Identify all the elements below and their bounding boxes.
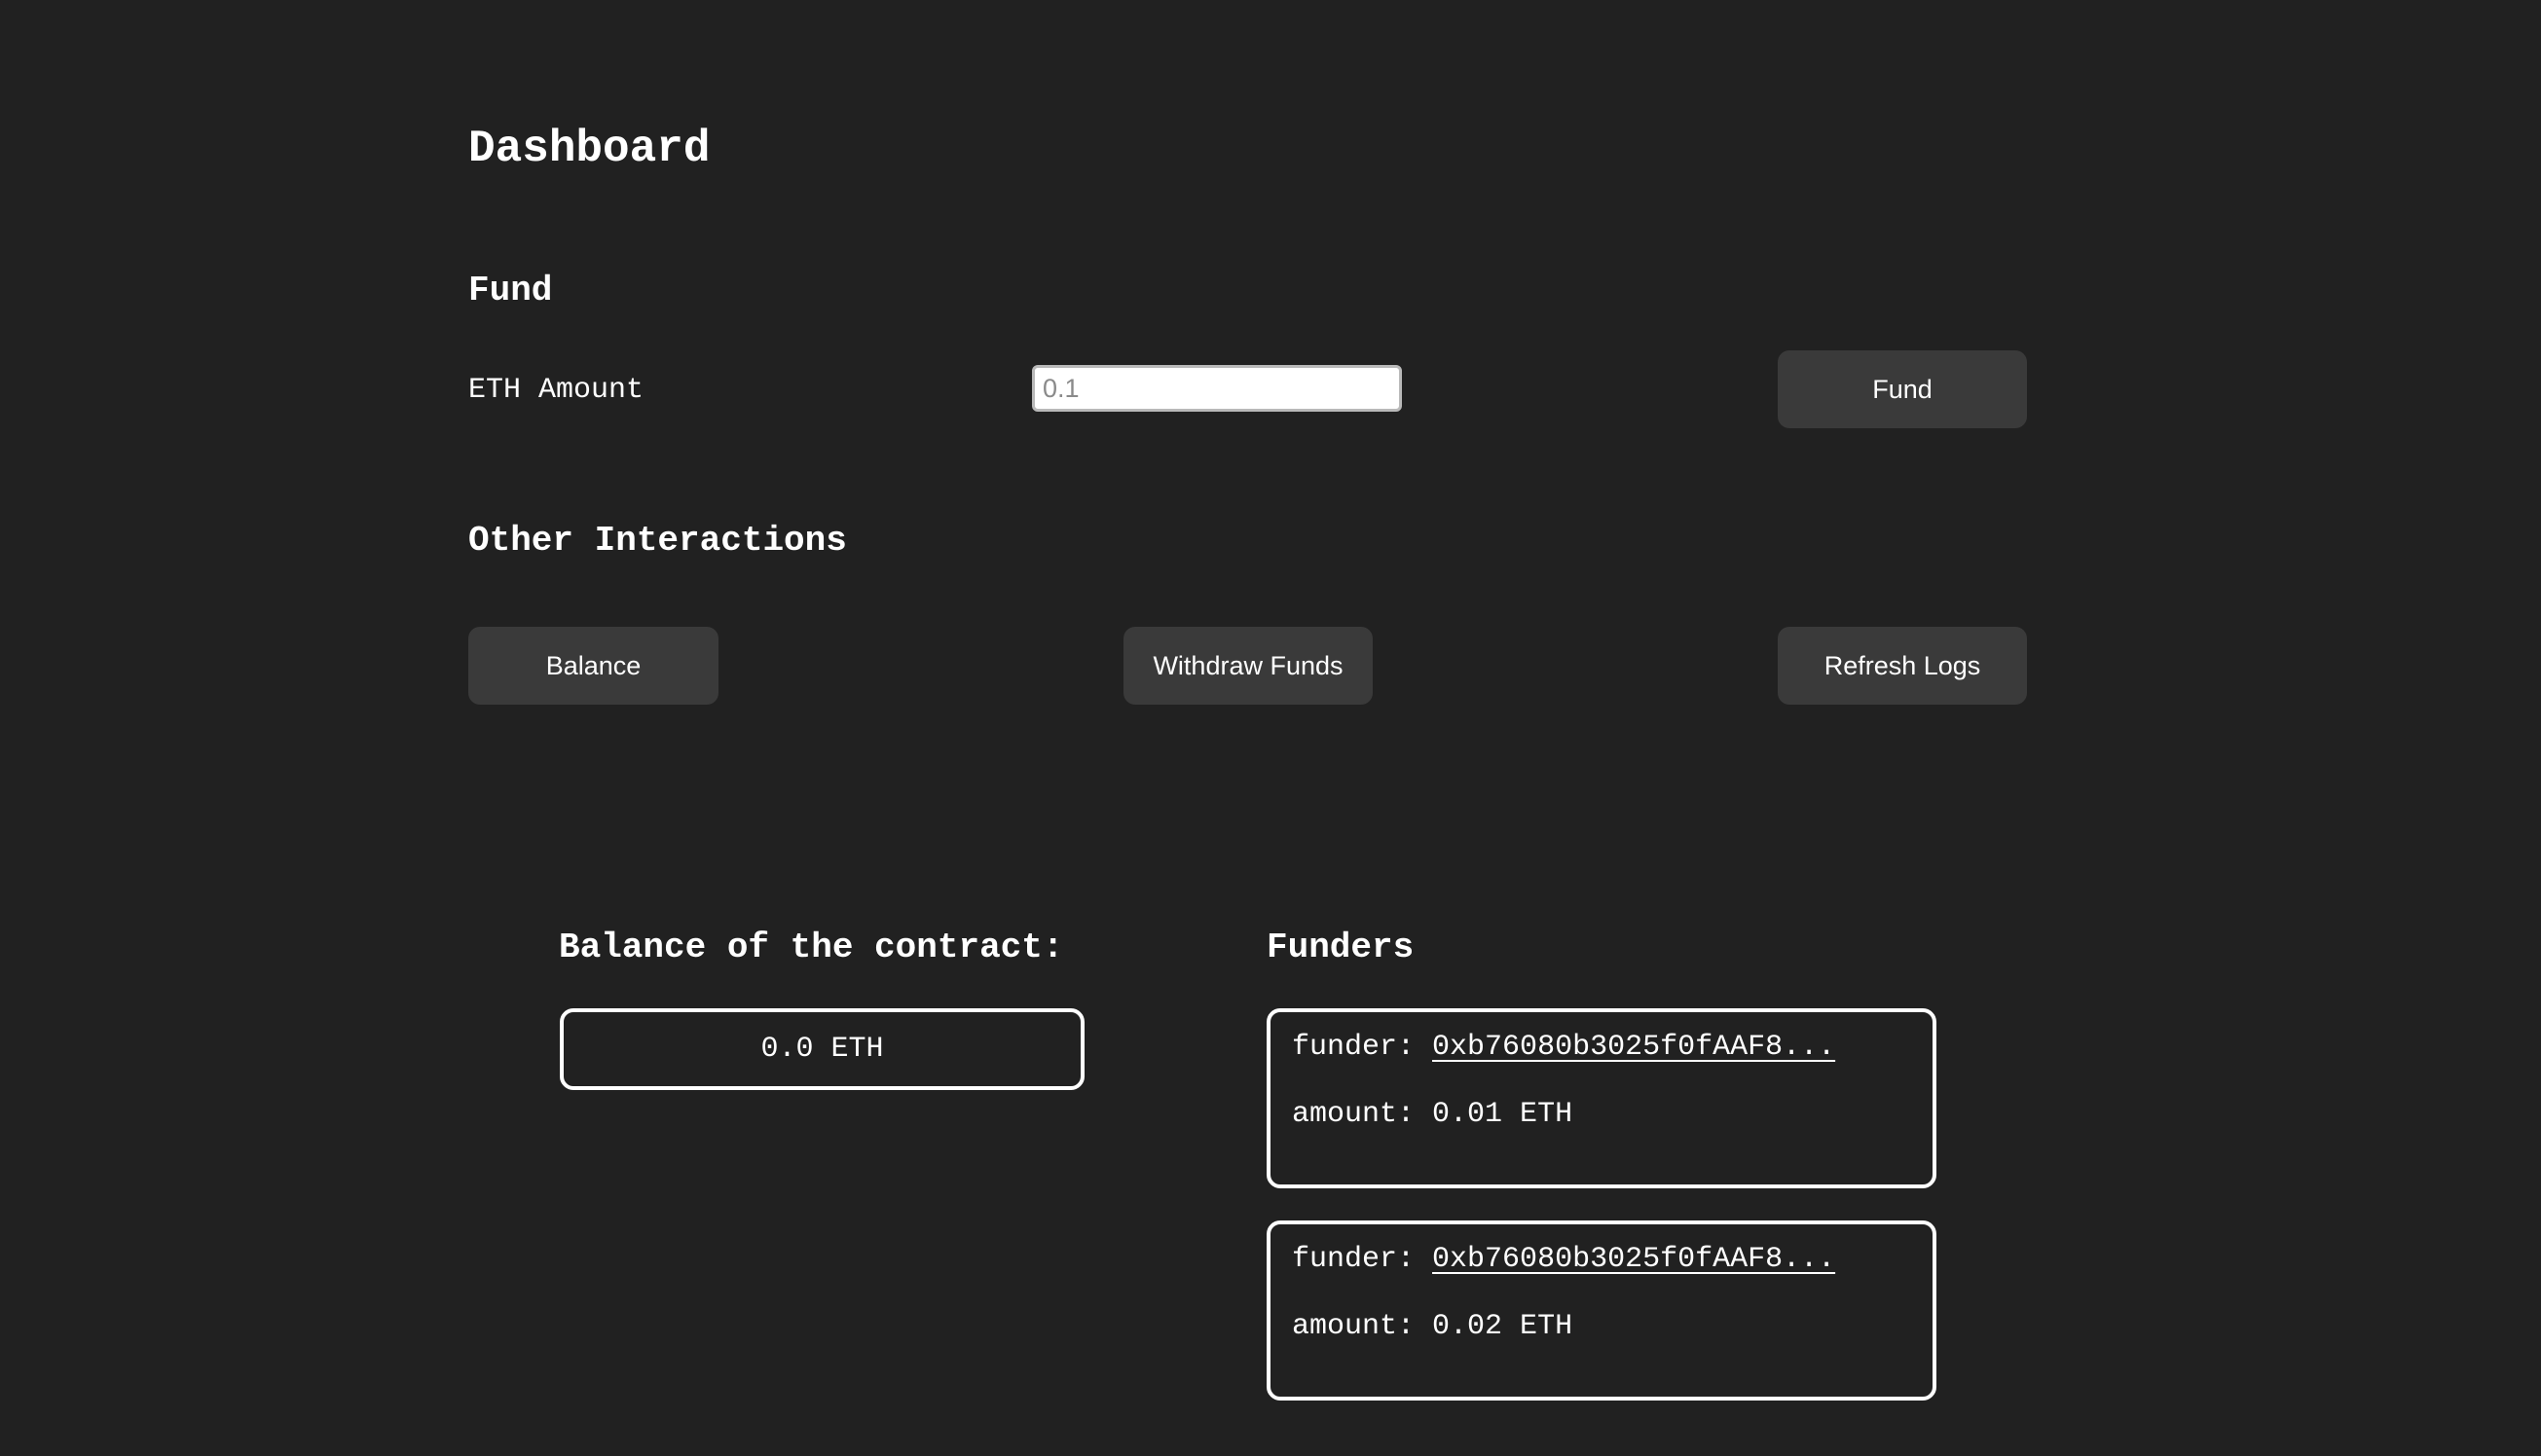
eth-amount-input[interactable]: [1032, 365, 1402, 412]
balance-heading: Balance of the contract:: [559, 928, 1064, 967]
other-interactions-heading: Other Interactions: [468, 521, 847, 561]
funder-row: funder: 0xb76080b3025f0fAAF8...: [1292, 1028, 1835, 1067]
funder-address-link[interactable]: 0xb76080b3025f0fAAF8...: [1432, 1243, 1835, 1276]
balance-value-box: 0.0 ETH: [560, 1008, 1085, 1090]
amount-label: amount:: [1292, 1310, 1416, 1343]
funder-card: funder: 0xb76080b3025f0fAAF8... amount: …: [1267, 1220, 1936, 1401]
amount-row: amount: 0.01 ETH: [1292, 1095, 1572, 1134]
funders-heading: Funders: [1267, 928, 1415, 967]
eth-amount-label: ETH Amount: [468, 374, 644, 407]
funder-amount: 0.01 ETH: [1432, 1098, 1573, 1131]
balance-button[interactable]: Balance: [468, 627, 718, 705]
funder-row: funder: 0xb76080b3025f0fAAF8...: [1292, 1240, 1835, 1279]
page-title: Dashboard: [468, 124, 711, 174]
withdraw-funds-button[interactable]: Withdraw Funds: [1123, 627, 1373, 705]
fund-button[interactable]: Fund: [1778, 350, 2027, 428]
funder-address-link[interactable]: 0xb76080b3025f0fAAF8...: [1432, 1031, 1835, 1064]
funder-amount: 0.02 ETH: [1432, 1310, 1573, 1343]
amount-row: amount: 0.02 ETH: [1292, 1307, 1572, 1346]
fund-heading: Fund: [468, 271, 553, 310]
funder-label: funder:: [1292, 1031, 1416, 1064]
funder-card: funder: 0xb76080b3025f0fAAF8... amount: …: [1267, 1008, 1936, 1188]
refresh-logs-button[interactable]: Refresh Logs: [1778, 627, 2027, 705]
amount-label: amount:: [1292, 1098, 1416, 1131]
funder-label: funder:: [1292, 1243, 1416, 1276]
